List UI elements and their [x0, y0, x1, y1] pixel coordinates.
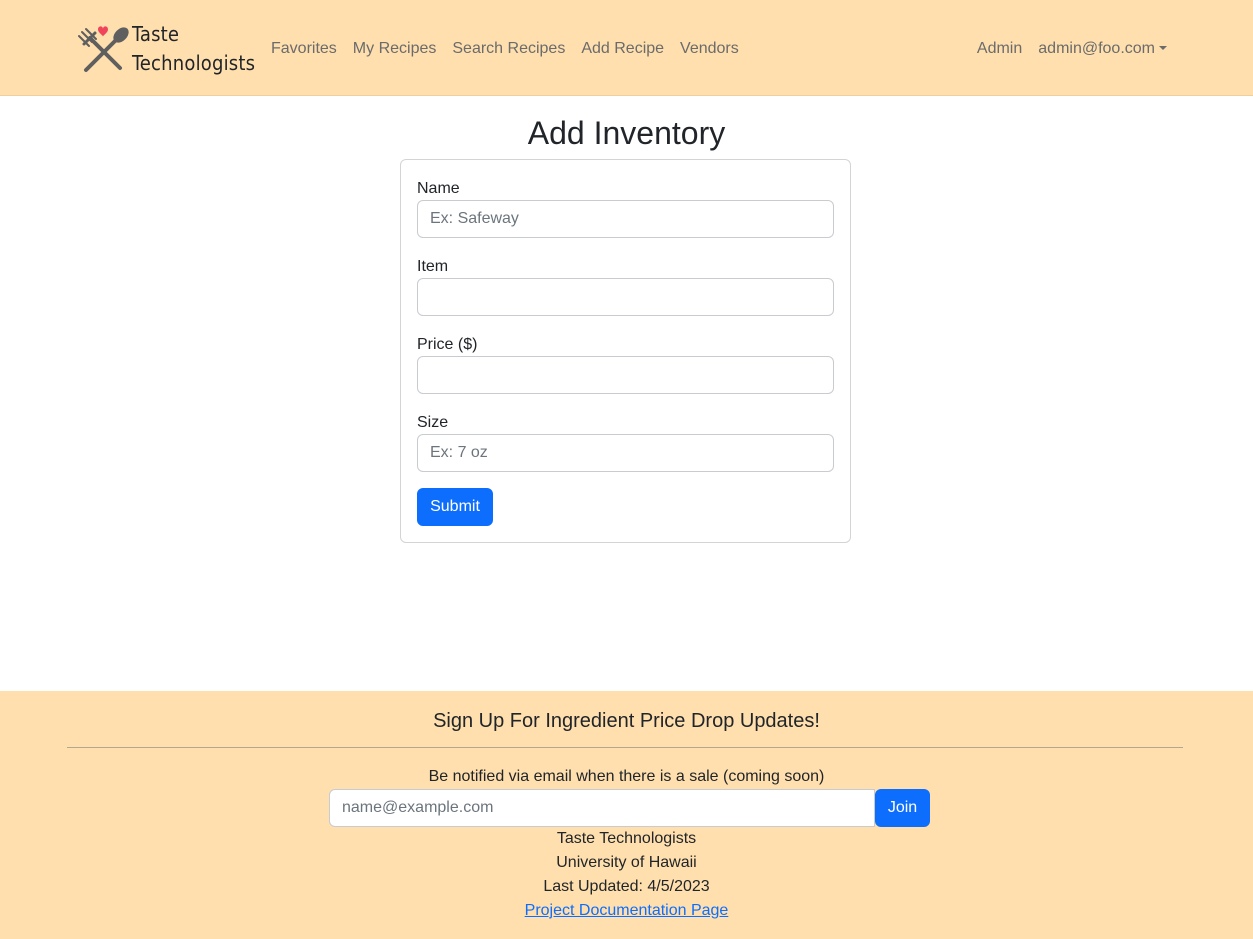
footer-last-updated: Last Updated: 4/5/2023: [543, 878, 710, 895]
footer-org-name: Taste Technologists: [556, 830, 697, 847]
name-input[interactable]: [417, 200, 834, 238]
footer: Sign Up For Ingredient Price Drop Update…: [0, 691, 1253, 939]
signup-heading: Sign Up For Ingredient Price Drop Update…: [433, 710, 820, 732]
nav-links: Favorites My Recipes Search Recipes Add …: [263, 37, 747, 61]
nav-add-recipe[interactable]: Add Recipe: [573, 37, 672, 61]
signup-email-input[interactable]: [329, 789, 875, 827]
user-email: admin@foo.com: [1038, 40, 1155, 57]
brand-line-2: Technologists: [132, 51, 256, 75]
project-documentation-link[interactable]: Project Documentation Page: [525, 902, 729, 919]
top-navbar: Taste Technologists Favorites My Recipes…: [0, 0, 1253, 96]
user-dropdown-toggle[interactable]: admin@foo.com: [1030, 37, 1175, 61]
brand-line-1: Taste: [132, 22, 180, 46]
join-button[interactable]: Join: [875, 789, 930, 827]
fork-spoon-heart-icon: [76, 24, 130, 76]
nav-my-recipes[interactable]: My Recipes: [345, 37, 445, 61]
footer-divider: [67, 747, 1183, 748]
nav-admin[interactable]: Admin: [969, 37, 1030, 61]
price-label: Price ($): [417, 336, 478, 353]
page-title: Add Inventory: [527, 115, 726, 151]
caret-down-icon: [1159, 46, 1167, 50]
footer-university: University of Hawaii: [556, 854, 697, 871]
submit-button[interactable]: Submit: [417, 488, 493, 526]
signup-notice: Be notified via email when there is a sa…: [428, 768, 825, 785]
footer-doc-link-row: Project Documentation Page: [0, 899, 1253, 923]
item-input[interactable]: [417, 278, 834, 316]
brand-name: Taste Technologists: [132, 20, 255, 78]
nav-favorites[interactable]: Favorites: [263, 37, 345, 61]
size-label: Size: [417, 414, 449, 431]
size-input[interactable]: [417, 434, 834, 472]
brand-logo-link[interactable]: Taste Technologists: [76, 20, 255, 80]
add-inventory-form: Name Item Price ($) Size Submit: [400, 159, 851, 543]
nav-vendors[interactable]: Vendors: [672, 37, 747, 61]
name-label: Name: [417, 180, 460, 197]
item-label: Item: [417, 258, 449, 275]
nav-right: Admin admin@foo.com: [969, 37, 1175, 61]
nav-search-recipes[interactable]: Search Recipes: [444, 37, 573, 61]
price-input[interactable]: [417, 356, 834, 394]
